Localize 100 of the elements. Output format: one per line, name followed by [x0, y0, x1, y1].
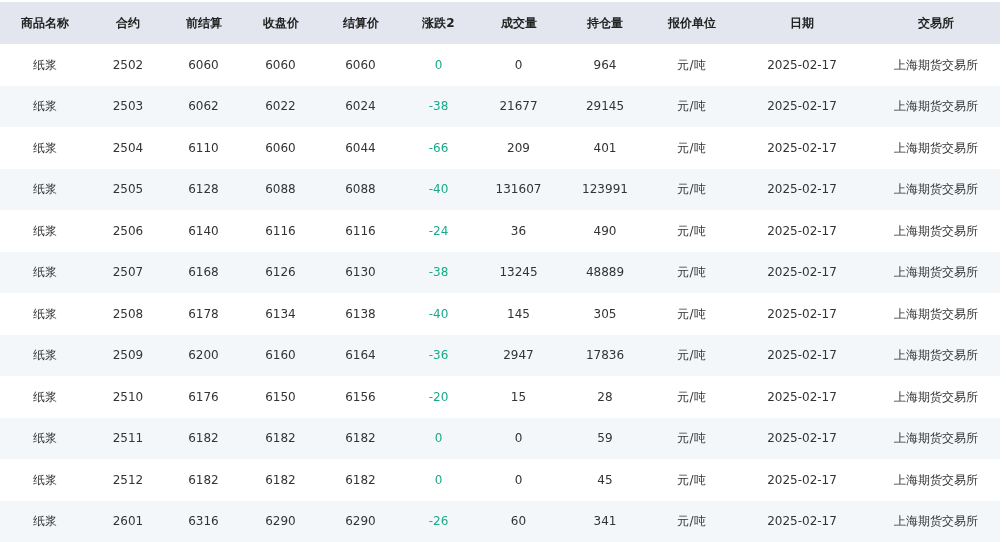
table-cell-text: 6044: [344, 139, 377, 157]
table-cell-text: 2510: [111, 388, 145, 406]
table-cell-text: 2601: [111, 513, 145, 531]
table-cell-text: 2503: [111, 98, 145, 116]
table-cell-text: 元/吨: [676, 471, 707, 489]
table-cell-text: 305: [592, 305, 618, 323]
table-cell-text: 401: [592, 139, 618, 157]
table-cell-text: 6160: [264, 347, 297, 365]
table-cell-text: 上海期货交易所: [892, 430, 979, 448]
table-cell-text: -36: [427, 347, 450, 365]
table-cell-text: 上海期货交易所: [892, 305, 979, 323]
table-cell-text: 6290: [264, 513, 297, 531]
table-cell-text: 6182: [344, 430, 377, 448]
table-cell-text: 2025-02-17: [766, 181, 838, 199]
table-cell-text: 2507: [111, 264, 145, 282]
column-header: 前结算: [184, 15, 223, 32]
column-header: 商品名称: [19, 15, 70, 32]
table-cell-text: 15: [509, 388, 528, 406]
table-cell-text: 2947: [502, 347, 535, 365]
table-cell-text: -20: [427, 388, 450, 406]
table-cell-text: 上海期货交易所: [892, 388, 979, 406]
table-cell-text: 0: [513, 56, 524, 74]
table-cell-text: 上海期货交易所: [892, 471, 979, 489]
table-cell-text: 纸浆: [31, 305, 58, 323]
table-cell-text: 60: [509, 513, 528, 531]
table-cell-text: 2505: [111, 181, 145, 199]
table-cell-text: 6168: [187, 264, 220, 282]
table-cell-text: 59: [596, 430, 614, 448]
table-cell-text: -66: [427, 139, 450, 157]
table-cell-text: 6316: [187, 513, 220, 531]
table-cell-text: 6290: [344, 513, 377, 531]
table-cell-text: 上海期货交易所: [892, 56, 979, 74]
table-cell-text: 6182: [344, 471, 377, 489]
table-cell-text: -26: [427, 513, 450, 531]
table-cell-text: 6130: [344, 264, 377, 282]
table-cell-text: -40: [427, 305, 450, 323]
column-header: 合约: [115, 15, 141, 32]
table-cell-text: 6022: [264, 98, 297, 116]
table-cell-text: 纸浆: [31, 347, 58, 365]
table-cell-text: 纸浆: [31, 388, 58, 406]
table-cell-text: 209: [506, 139, 531, 157]
column-header: 成交量: [499, 15, 538, 32]
table-cell-text: 6182: [187, 471, 220, 489]
table-cell-text: 上海期货交易所: [892, 98, 979, 116]
column-header: 报价单位: [666, 15, 717, 32]
table-cell-text: 元/吨: [676, 181, 707, 199]
table-cell-text: 元/吨: [676, 513, 707, 531]
column-header: 结算价: [341, 15, 380, 32]
table-cell-text: 元/吨: [676, 264, 707, 282]
table-cell-text: 6110: [187, 139, 220, 157]
table-cell-text: 0: [513, 430, 524, 448]
table-cell-text: 2509: [111, 347, 145, 365]
table-cell-text: 6060: [264, 139, 297, 157]
table-cell-text: 2025-02-17: [766, 264, 838, 282]
table-cell-text: 0: [433, 430, 444, 448]
table-cell-text: 21677: [498, 98, 539, 116]
table-cell-text: 0: [513, 471, 524, 489]
table-cell-text: 上海期货交易所: [892, 264, 979, 282]
table-cell-text: 6116: [264, 222, 297, 240]
column-header: 交易所: [916, 15, 955, 32]
table-cell-text: 纸浆: [31, 222, 58, 240]
table-cell-text: 2025-02-17: [766, 471, 838, 489]
table-cell-text: 2025-02-17: [766, 222, 838, 240]
table-cell-text: 2506: [111, 222, 145, 240]
table-cell-text: 元/吨: [676, 305, 707, 323]
table-cell-text: 48889: [584, 264, 626, 282]
table-cell-text: 490: [592, 222, 618, 240]
table-cell-text: 0: [433, 56, 444, 74]
table-cell-text: -24: [427, 222, 450, 240]
table-cell-text: 6156: [344, 388, 377, 406]
table-cell-text: 上海期货交易所: [892, 347, 979, 365]
table-cell-text: 6138: [344, 305, 377, 323]
table-cell-text: 28: [596, 388, 614, 406]
table-cell-text: 2025-02-17: [766, 347, 838, 365]
table-cell-text: 131607: [494, 181, 543, 199]
table-cell-text: 6176: [187, 388, 220, 406]
table-cell-text: 6200: [187, 347, 220, 365]
table-cell-text: 6164: [344, 347, 377, 365]
table-cell-text: 上海期货交易所: [892, 181, 979, 199]
table-cell-text: 6182: [187, 430, 220, 448]
column-header: 持仓量: [586, 15, 624, 32]
table-cell-text: 纸浆: [31, 430, 58, 448]
table-cell-text: 纸浆: [31, 513, 58, 531]
table-cell-text: 6128: [187, 181, 220, 199]
table-cell-text: 2502: [111, 56, 145, 74]
column-header: 收盘价: [261, 15, 300, 32]
table-cell-text: 145: [506, 305, 531, 323]
table-cell-text: 纸浆: [31, 264, 58, 282]
table-cell-text: 元/吨: [676, 222, 707, 240]
table-cell-text: 纸浆: [31, 471, 58, 489]
table-cell-text: 123991: [581, 181, 629, 199]
table-cell-text: 元/吨: [676, 98, 707, 116]
table-cell-text: 6024: [344, 98, 377, 116]
table-cell-text: 6182: [264, 471, 297, 489]
table-cell-text: 6126: [264, 264, 297, 282]
table-cell-text: 上海期货交易所: [892, 139, 979, 157]
table-cell-text: 6178: [187, 305, 220, 323]
table-cell-text: 纸浆: [31, 181, 58, 199]
table-cell-text: 341: [592, 513, 618, 531]
table-cell-text: 6062: [187, 98, 220, 116]
